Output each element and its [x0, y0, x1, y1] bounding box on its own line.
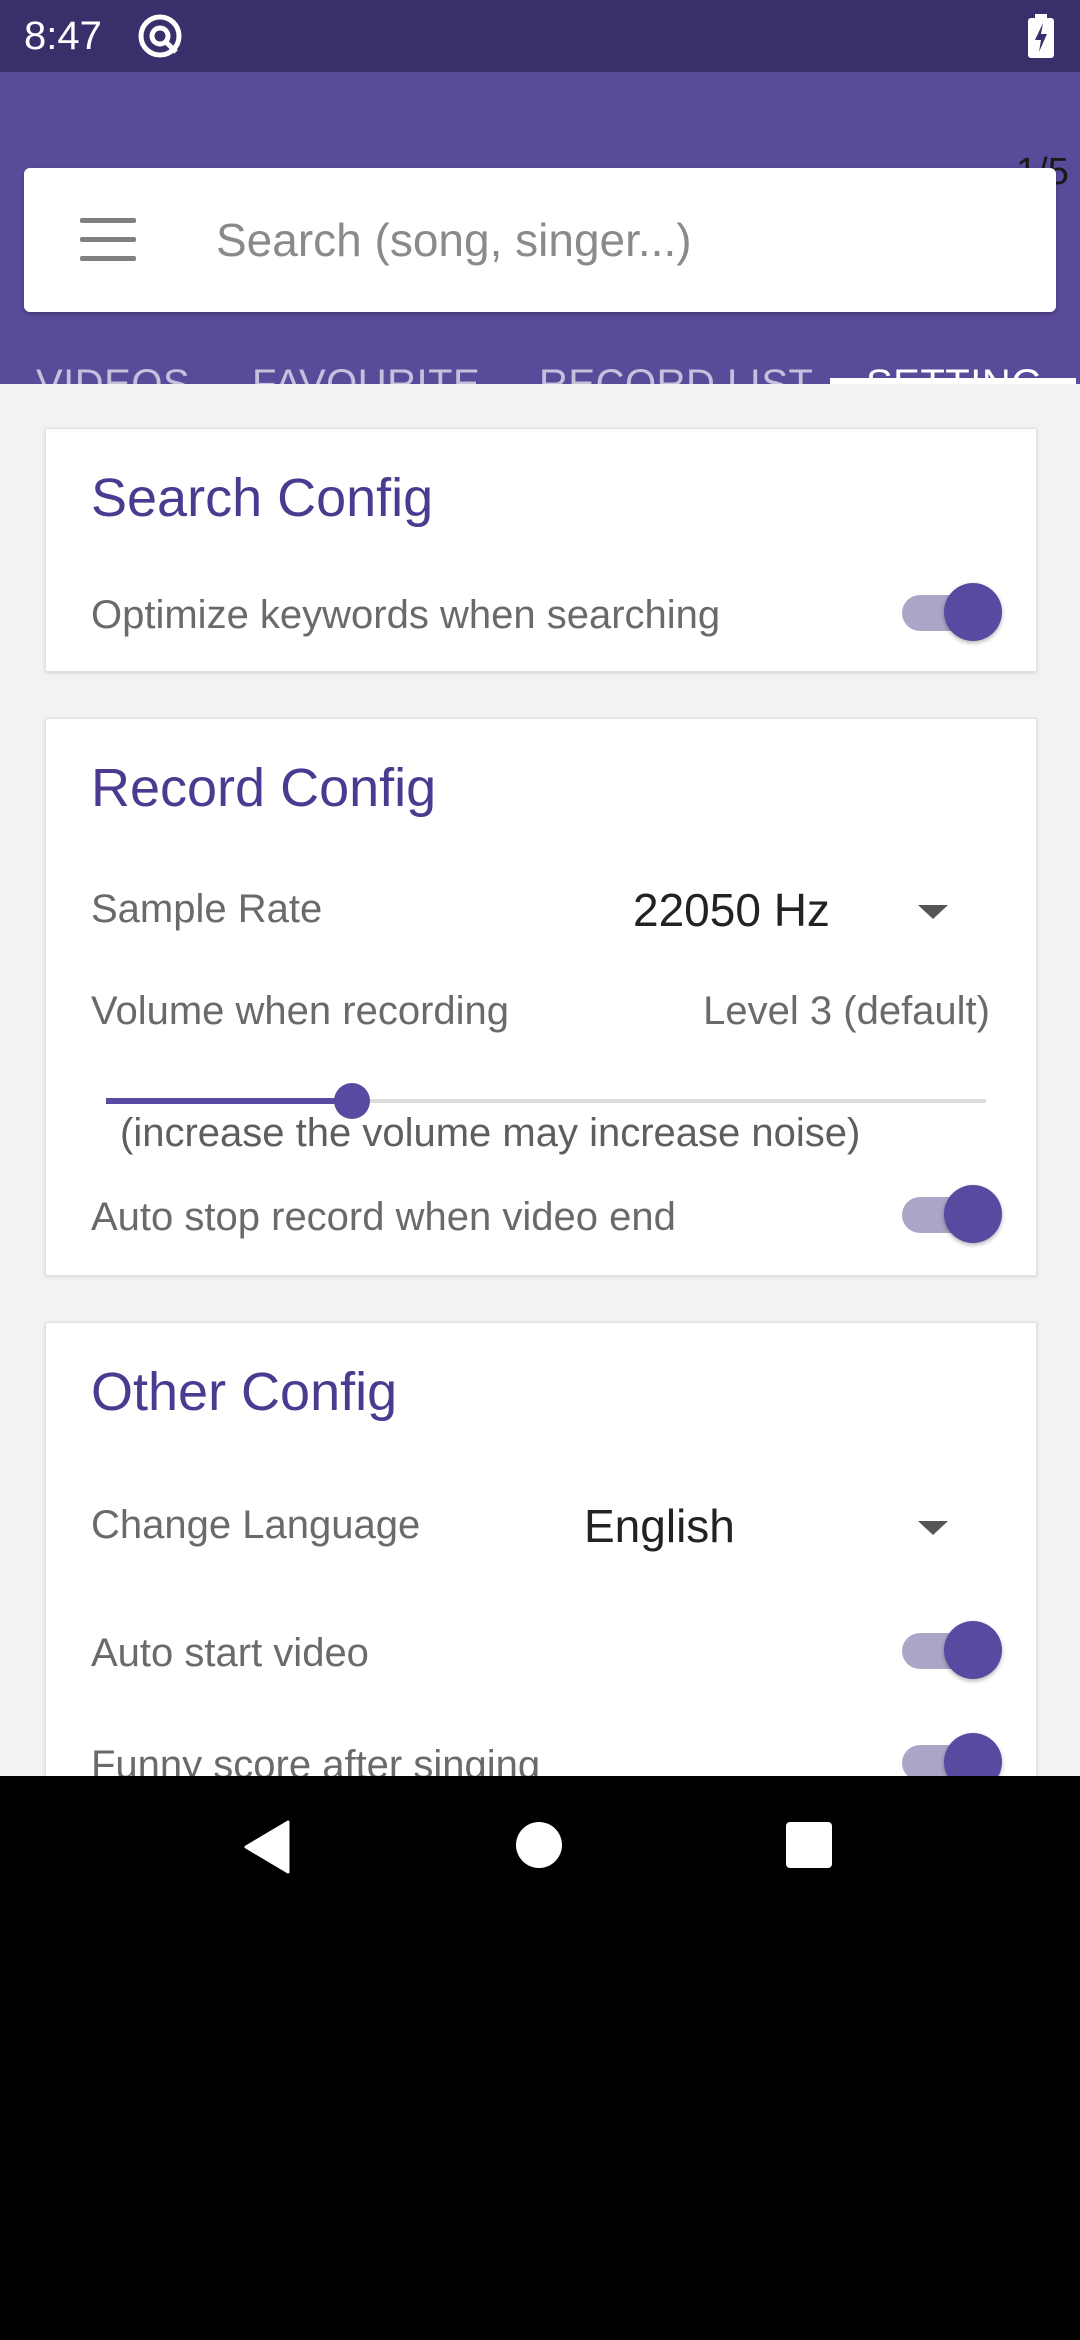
volume-level-value: Level 3 (default) [703, 989, 990, 1033]
auto-stop-label: Auto stop record when video end [91, 1195, 676, 1239]
volume-label: Volume when recording [91, 989, 510, 1033]
language-value[interactable]: English [584, 1499, 735, 1553]
back-triangle-icon[interactable] [244, 1820, 290, 1874]
tab-setting[interactable]: SETTING [866, 312, 1043, 384]
hamburger-menu-icon[interactable] [80, 218, 136, 262]
recent-apps-square-icon[interactable] [786, 1822, 832, 1868]
record-config-title: Record Config [91, 758, 437, 818]
search-config-title: Search Config [91, 468, 434, 528]
record-config-card: Record Config Sample Rate 22050 Hz Volum… [45, 718, 1037, 1276]
tab-record-list[interactable]: RECORD LIST [539, 312, 813, 384]
chevron-down-icon[interactable] [918, 905, 948, 919]
search-config-card: Search Config Optimize keywords when sea… [45, 428, 1037, 672]
at-circle-icon [138, 14, 182, 58]
auto-start-video-label: Auto start video [91, 1631, 369, 1675]
tab-bar: VIDEOS FAVOURITE RECORD LIST SETTING [0, 312, 1080, 384]
chevron-down-icon[interactable] [918, 1521, 948, 1535]
tab-favourite[interactable]: FAVOURITE [252, 312, 480, 384]
search-bar [24, 168, 1056, 312]
volume-hint: (increase the volume may increase noise) [120, 1111, 861, 1155]
battery-charging-icon [1028, 14, 1054, 58]
other-config-title: Other Config [91, 1362, 398, 1422]
search-input[interactable] [216, 208, 1016, 272]
system-nav-bar [0, 1776, 1080, 2340]
auto-start-video-toggle[interactable] [898, 1617, 1002, 1681]
auto-stop-toggle[interactable] [898, 1181, 1002, 1245]
status-bar: 8:47 [0, 0, 1080, 72]
funny-score-toggle[interactable] [898, 1729, 1002, 1776]
sample-rate-value[interactable]: 22050 Hz [633, 883, 830, 937]
tab-videos[interactable]: VIDEOS [36, 312, 190, 384]
app-bar: 1/5 VIDEOS FAVOURITE RECORD LIST SETTING [0, 72, 1080, 384]
optimize-keywords-label: Optimize keywords when searching [91, 593, 721, 637]
optimize-keywords-toggle[interactable] [898, 579, 1002, 643]
sample-rate-label: Sample Rate [91, 887, 323, 931]
home-circle-icon[interactable] [516, 1822, 562, 1868]
change-language-label: Change Language [91, 1503, 421, 1547]
other-config-card: Other Config Change Language English Aut… [45, 1322, 1037, 1776]
settings-content[interactable]: Search Config Optimize keywords when sea… [0, 384, 1080, 1776]
funny-score-label: Funny score after singing [91, 1743, 541, 1776]
status-time: 8:47 [24, 14, 102, 58]
